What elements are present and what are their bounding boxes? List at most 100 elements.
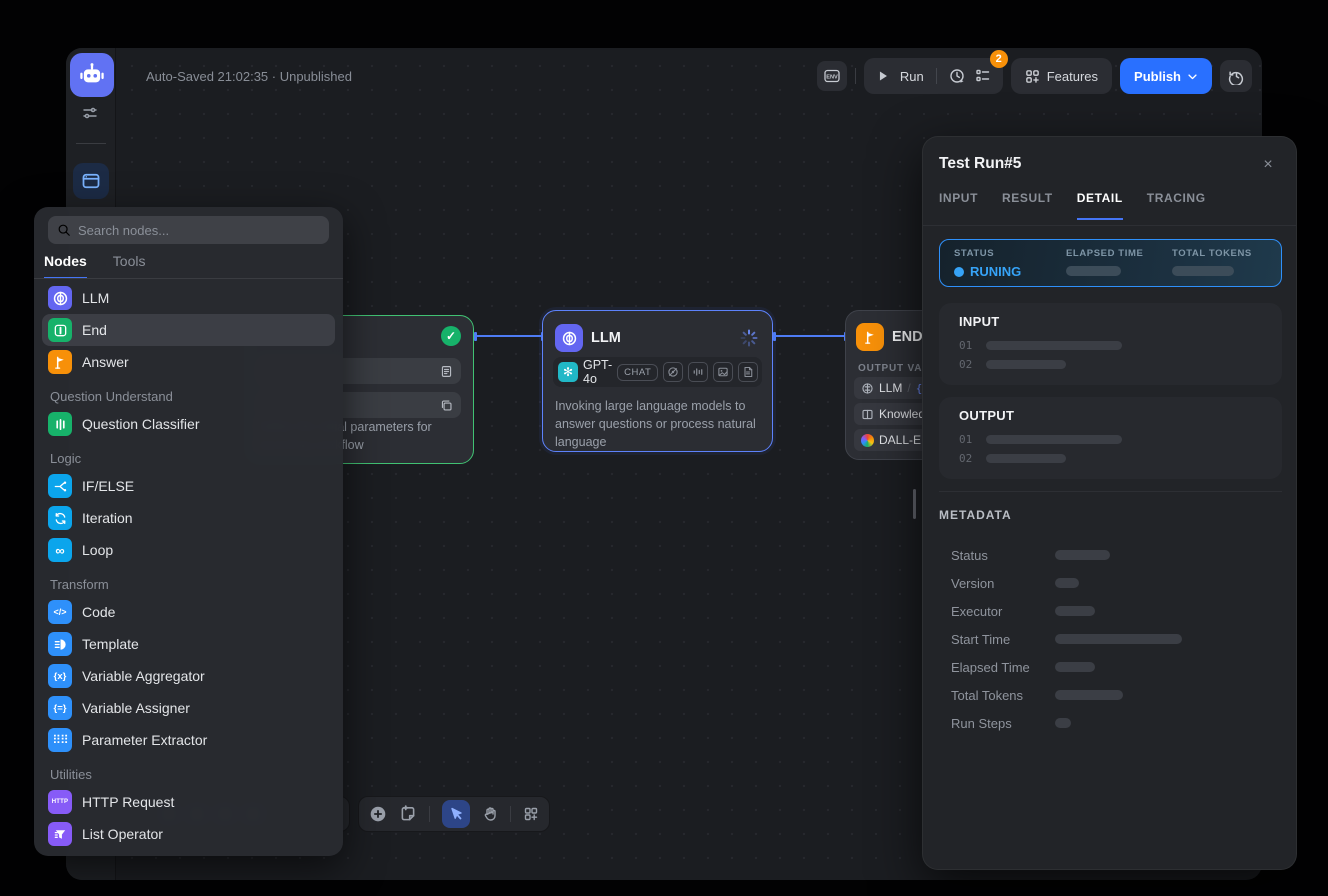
- node-list-item-label: Parameter Extractor: [82, 732, 207, 748]
- node-list-item-end[interactable]: End: [42, 314, 335, 346]
- add-node-icon[interactable]: [369, 805, 387, 823]
- tab-nodes[interactable]: Nodes: [44, 253, 87, 279]
- node-list-item-label: End: [82, 322, 107, 338]
- brain-icon: [48, 286, 72, 310]
- skeleton-bar: [986, 360, 1066, 369]
- version-history-button[interactable]: [1220, 60, 1252, 92]
- run-panel-title: Test Run#5: [939, 155, 1021, 173]
- skeleton-bar: [986, 454, 1066, 463]
- node-list-item-label: List Operator: [82, 826, 163, 842]
- run-history-icon[interactable]: [949, 68, 965, 84]
- row-number: 02: [959, 358, 972, 371]
- metadata-label: Status: [951, 548, 1055, 563]
- test-run-panel: Test Run#5 × INPUT RESULT DETAIL TRACING ST…: [922, 136, 1297, 870]
- node-list-item-label: Loop: [82, 542, 113, 558]
- metadata-row-elapsed-time: Elapsed Time: [951, 653, 1280, 681]
- llm-node[interactable]: LLM ✻ GPT-4o CHAT Invoking large languag…: [542, 310, 773, 452]
- success-check-icon: ✓: [441, 326, 461, 346]
- status-label: STATUS: [954, 248, 1021, 259]
- io-row: 02: [959, 452, 1066, 465]
- node-group-header: Logic: [34, 440, 343, 470]
- funnel-icon: [48, 822, 72, 846]
- node-list-item-label: Question Classifier: [82, 416, 200, 432]
- node-group-header: Utilities: [34, 756, 343, 786]
- node-list-item-label: LLM: [82, 290, 109, 306]
- top-bar: Auto-Saved 21:02:35 · Unpublished ENV Ru…: [116, 48, 1262, 104]
- node-list-item-variable-aggregator[interactable]: {x}Variable Aggregator: [42, 660, 335, 692]
- run-tab-tracing[interactable]: TRACING: [1147, 191, 1206, 220]
- io-row: 02: [959, 358, 1066, 371]
- add-note-icon[interactable]: [399, 805, 417, 823]
- node-list-item-if-else[interactable]: IF/ELSE: [42, 470, 335, 502]
- node-list-item-label: Code: [82, 604, 115, 620]
- run-status-card: STATUS RUNING ELAPSED TIME TOTAL TOKENS: [939, 239, 1282, 287]
- elapsed-time-label: ELAPSED TIME: [1066, 248, 1143, 259]
- hand-mode-icon[interactable]: [482, 806, 498, 822]
- node-list-item-question-classifier[interactable]: Question Classifier: [42, 408, 335, 440]
- vision-capability-icon: [663, 362, 683, 382]
- node-list-item-template[interactable]: Template: [42, 628, 335, 660]
- output-title: OUTPUT: [959, 408, 1014, 423]
- app-logo-robot-icon[interactable]: [70, 53, 114, 97]
- panel-toggle-button[interactable]: [73, 163, 109, 199]
- vareq-icon: {=}: [48, 696, 72, 720]
- skeleton-bar: [1055, 550, 1110, 560]
- audio-capability-icon: [688, 362, 708, 382]
- node-list-item-iteration[interactable]: Iteration: [42, 502, 335, 534]
- model-selector[interactable]: ✻ GPT-4o CHAT: [553, 357, 762, 387]
- book-icon: [861, 408, 874, 421]
- node-list-item-label: Answer: [82, 354, 129, 370]
- metadata-label: Elapsed Time: [951, 660, 1055, 675]
- tab-tools[interactable]: Tools: [113, 253, 146, 279]
- end-node-title: END: [892, 329, 923, 345]
- status-dot: [954, 267, 964, 277]
- features-button[interactable]: Features: [1011, 58, 1112, 94]
- chevron-down-icon: [1187, 71, 1198, 82]
- features-icon: [1025, 69, 1040, 84]
- node-list-item-label: IF/ELSE: [82, 478, 134, 494]
- variable-source-label: DALL-E: [879, 433, 921, 447]
- node-list-item-variable-assigner[interactable]: {=}Variable Assigner: [42, 692, 335, 724]
- total-tokens-label: TOTAL TOKENS: [1172, 248, 1252, 259]
- canvas-scrollbar[interactable]: [913, 489, 916, 519]
- varx-icon: {x}: [48, 664, 72, 688]
- node-list-item-label: HTTP Request: [82, 794, 174, 810]
- node-list-item-list-operator[interactable]: List Operator: [42, 818, 335, 850]
- preferences-icon[interactable]: [80, 105, 100, 121]
- infinity-icon: ∞: [48, 538, 72, 562]
- node-list-item-answer[interactable]: Answer: [42, 346, 335, 378]
- node-list-item-http-request[interactable]: HTTPHTTP Request: [42, 786, 335, 818]
- metadata-label: Start Time: [951, 632, 1055, 647]
- checklist-icon[interactable]: [975, 68, 991, 84]
- close-icon[interactable]: ×: [1256, 153, 1280, 177]
- run-tab-detail[interactable]: DETAIL: [1077, 191, 1123, 220]
- metadata-label: Version: [951, 576, 1055, 591]
- run-tab-input[interactable]: INPUT: [939, 191, 978, 220]
- pointer-mode-button[interactable]: [442, 800, 470, 828]
- node-list-item-llm[interactable]: LLM: [42, 282, 335, 314]
- code-icon: </>: [48, 600, 72, 624]
- search-input[interactable]: [78, 223, 320, 238]
- node-list-item-code[interactable]: </> Code: [42, 596, 335, 628]
- autosave-status: Auto-Saved 21:02:35 · Unpublished: [146, 69, 352, 84]
- metadata-row-run-steps: Run Steps: [951, 709, 1280, 737]
- node-group-header: Transform: [34, 566, 343, 596]
- template-icon: [48, 632, 72, 656]
- organize-nodes-icon[interactable]: [523, 806, 539, 822]
- skeleton-bar: [1066, 266, 1121, 276]
- node-search[interactable]: [48, 216, 329, 244]
- node-list-item-parameter-extractor[interactable]: ⠿⠿Parameter Extractor: [42, 724, 335, 756]
- env-button[interactable]: ENV: [817, 61, 847, 91]
- checklist-badge: 2: [990, 50, 1008, 68]
- metadata-label: Run Steps: [951, 716, 1055, 731]
- workflow-app: Auto-Saved 21:02:35 · Unpublished ENV Ru…: [0, 0, 1328, 896]
- skeleton-bar: [1055, 662, 1095, 672]
- llm-node-title: LLM: [591, 330, 621, 346]
- image-capability-icon: [713, 362, 733, 382]
- run-button[interactable]: Run: [900, 69, 924, 84]
- publish-button[interactable]: Publish: [1120, 58, 1212, 94]
- run-tab-result[interactable]: RESULT: [1002, 191, 1053, 220]
- metadata-label: Executor: [951, 604, 1055, 619]
- node-list-item-loop[interactable]: ∞ Loop: [42, 534, 335, 566]
- output-card: OUTPUT 0102: [939, 397, 1282, 479]
